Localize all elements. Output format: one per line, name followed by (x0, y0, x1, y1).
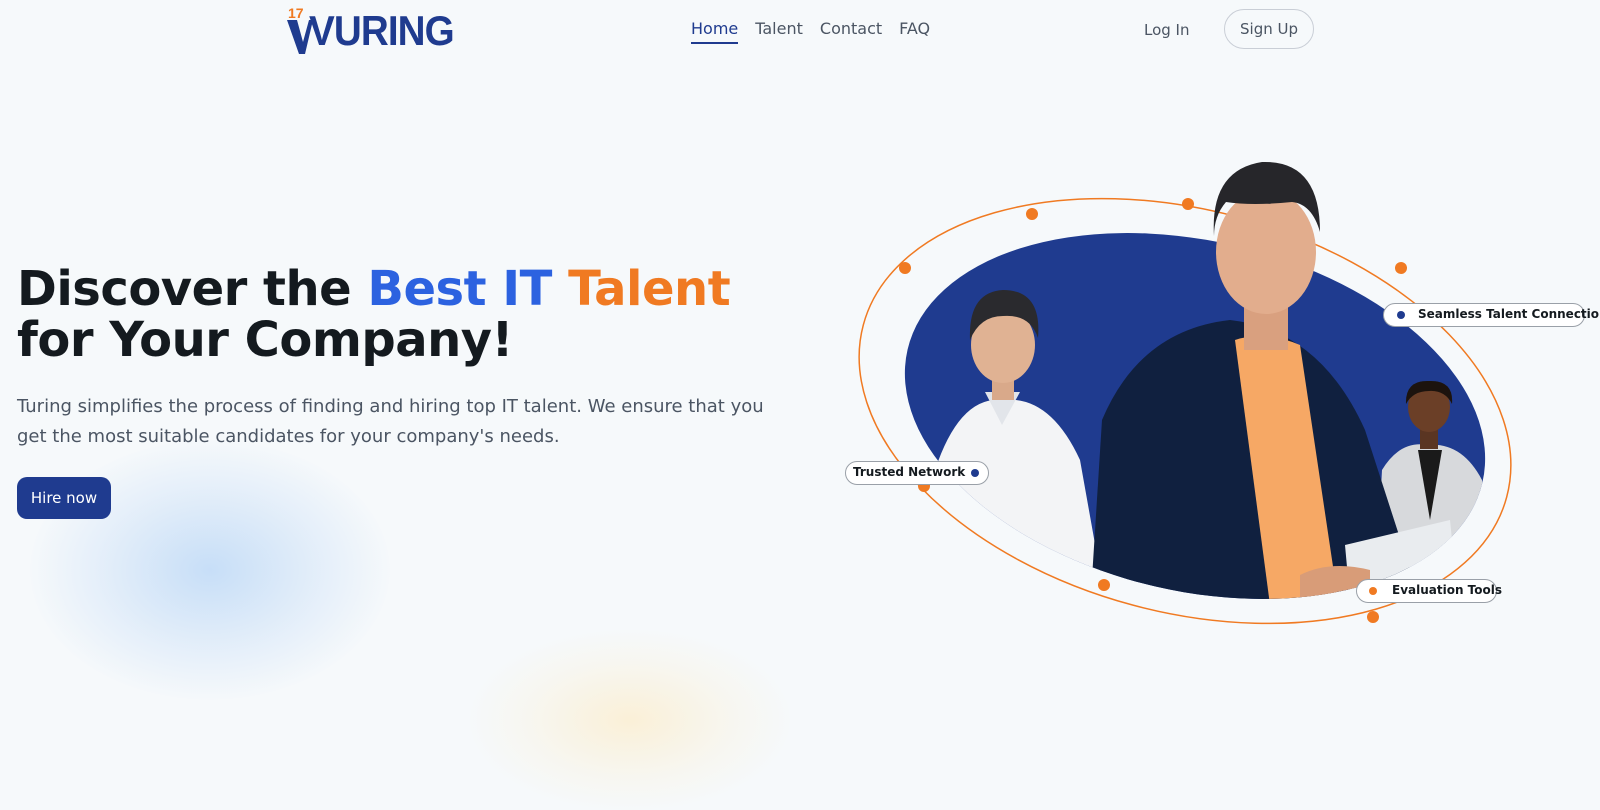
signup-button[interactable]: Sign Up (1224, 9, 1314, 49)
tag-dot-icon (1397, 311, 1405, 319)
hero-title-part2: for Your Company! (17, 312, 513, 368)
person-left-icon (930, 290, 1105, 600)
tag-dot-icon (1369, 587, 1377, 595)
tag-trusted-network: Trusted Network (845, 461, 989, 485)
hero-title-highlight-blue: Best IT (367, 261, 552, 317)
login-link[interactable]: Log In (1144, 19, 1190, 41)
tag-evaluation-tools-label: Evaluation Tools (1392, 583, 1503, 597)
nav-contact[interactable]: Contact (820, 16, 882, 44)
orbit-ring (858, 197, 1512, 625)
orbit-dots (899, 198, 1407, 623)
main-nav: Home Talent Contact FAQ (691, 16, 930, 44)
nav-home[interactable]: Home (691, 16, 739, 44)
hero-title-highlight-orange: Talent (568, 261, 731, 317)
tag-seamless-connection: Seamless Talent Connection (1383, 303, 1600, 327)
hire-now-button[interactable]: Hire now (17, 477, 111, 519)
person-center-body-icon (1090, 320, 1455, 610)
background-yellow-glow (470, 630, 790, 810)
person-right-icon (1375, 380, 1500, 600)
hero-title: Discover the Best IT Talent for Your Com… (17, 264, 777, 366)
logo-number: 17 (288, 5, 304, 21)
people-group (930, 290, 1500, 610)
hero-subtitle: Turing simplifies the process of finding… (17, 396, 764, 447)
person-center-head-icon (1213, 161, 1320, 350)
tag-dot-icon (971, 469, 979, 477)
tag-trusted-network-label: Trusted Network (853, 465, 966, 479)
hero-title-part1: Discover the (17, 261, 368, 317)
tag-evaluation-tools: Evaluation Tools (1356, 579, 1502, 603)
brand-logo[interactable]: 17 VURING (287, 5, 455, 54)
tag-seamless-connection-label: Seamless Talent Connection (1418, 307, 1600, 321)
nav-talent[interactable]: Talent (755, 16, 803, 44)
logo-wordmark: VURING (309, 7, 455, 54)
nav-faq[interactable]: FAQ (899, 16, 930, 44)
